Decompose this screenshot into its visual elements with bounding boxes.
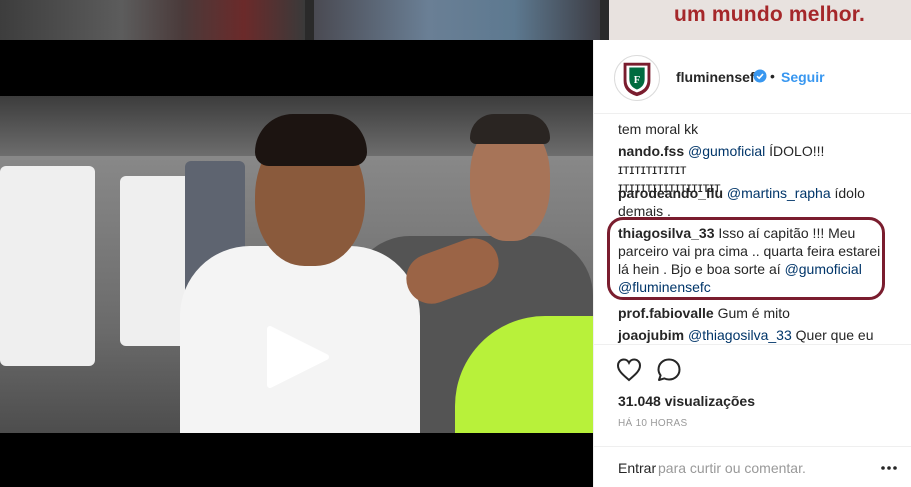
- background-thumbnails: um mundo melhor.: [0, 0, 911, 40]
- post-username[interactable]: fluminensefc: [676, 69, 762, 85]
- post-details-panel: F fluminensefc • Seguir tem moral kk nan…: [593, 40, 911, 487]
- person-player-hair: [255, 114, 367, 166]
- instagram-post-viewer: um mundo melhor. F fluminensefc • Seguir…: [0, 0, 911, 487]
- comment-item: tem moral kk: [618, 120, 883, 138]
- thumbnail-1[interactable]: [0, 0, 305, 40]
- comment-item: prof.fabiovalle Gum é mito: [618, 304, 883, 322]
- play-icon[interactable]: [262, 325, 332, 389]
- thumbnail-3[interactable]: um mundo melhor.: [609, 0, 911, 40]
- comment-username[interactable]: joaojubim: [618, 327, 684, 343]
- highlight-circle: [607, 217, 885, 300]
- comment-item: parodeando_flu @martins_rapha ídolo dema…: [618, 184, 883, 220]
- person-coach-hair: [470, 114, 550, 144]
- comment-username[interactable]: prof.fabiovalle: [618, 305, 714, 321]
- post-actions: 31.048 visualizações HÁ 10 HORAS Entrar …: [594, 344, 911, 487]
- comment-text: ídolo: [830, 185, 865, 201]
- view-count: 31.048 visualizações: [618, 393, 755, 409]
- comment-item: joaojubim @thiagosilva_33 Quer que eu: [618, 326, 883, 344]
- heart-icon[interactable]: [616, 357, 642, 383]
- comment-mention[interactable]: @martins_rapha: [727, 185, 831, 201]
- avatar[interactable]: F: [614, 55, 660, 101]
- video-player[interactable]: [0, 40, 593, 487]
- comment-username[interactable]: parodeando_flu: [618, 185, 723, 201]
- comment-username[interactable]: nando.fss: [618, 143, 684, 159]
- login-link[interactable]: Entrar: [618, 460, 656, 476]
- more-options-icon[interactable]: [880, 459, 898, 477]
- follow-button[interactable]: Seguir: [781, 69, 825, 85]
- post-header: F fluminensefc • Seguir: [594, 40, 911, 114]
- fluminense-crest-icon: F: [623, 62, 651, 97]
- video-frame[interactable]: [0, 96, 593, 433]
- separator-dot: •: [770, 68, 775, 84]
- comment-text: Gum é mito: [713, 305, 790, 321]
- comment-icon[interactable]: [656, 357, 682, 383]
- thumbnail-caption: um mundo melhor.: [673, 3, 865, 26]
- comment-mention[interactable]: @thiagosilva_33: [688, 327, 792, 343]
- add-comment-bar: Entrar para curtir ou comentar.: [594, 446, 911, 487]
- comment-text: Quer que eu: [791, 327, 874, 343]
- comment-text: tem moral kk: [618, 121, 699, 137]
- login-prompt-text: para curtir ou comentar.: [658, 460, 806, 476]
- thumbnail-2[interactable]: [314, 0, 600, 40]
- verified-badge-icon: [753, 69, 767, 83]
- comment-mention[interactable]: @gumoficial: [688, 143, 765, 159]
- svg-text:F: F: [634, 75, 640, 86]
- post-timestamp[interactable]: HÁ 10 HORAS: [618, 418, 687, 429]
- comments-list[interactable]: tem moral kk nando.fss @gumoficial ÍDOLO…: [594, 114, 911, 344]
- hanging-shirt: [0, 166, 95, 366]
